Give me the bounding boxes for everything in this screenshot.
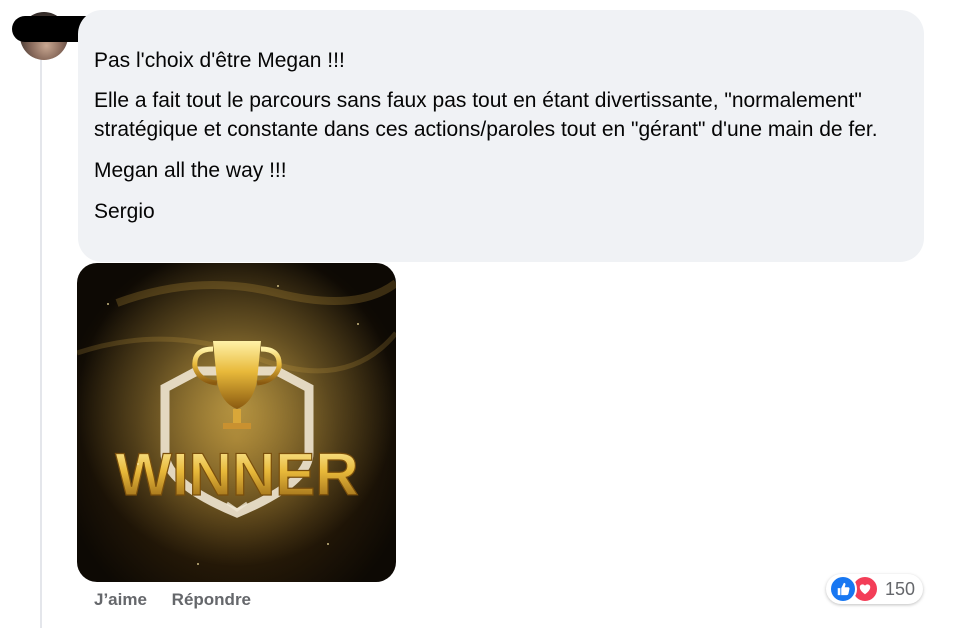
- winner-gif[interactable]: WINNER: [77, 263, 396, 582]
- sparkle: [107, 303, 109, 305]
- comment-line-3: Megan all the way !!!: [94, 159, 287, 182]
- comment-paragraph-2: Elle a fait tout le parcours sans faux p…: [94, 89, 878, 141]
- sparkle: [327, 543, 329, 545]
- comment-bubble: Pas l'choix d'être Megan !!! Elle a fait…: [78, 10, 924, 262]
- sparkle: [197, 563, 199, 565]
- comment-signature: Sergio: [94, 200, 155, 223]
- like-icon: [829, 575, 857, 603]
- reply-button[interactable]: Répondre: [172, 590, 251, 609]
- sparkle: [137, 463, 139, 465]
- sparkle: [357, 323, 359, 325]
- winner-gif-art: WINNER: [77, 263, 396, 582]
- sparkle: [277, 285, 279, 287]
- thread-line: [40, 58, 42, 628]
- reaction-count: 150: [885, 578, 916, 599]
- gif-winner-text: WINNER: [115, 441, 358, 508]
- like-button[interactable]: J’aime: [94, 590, 147, 609]
- reactions-summary[interactable]: 150: [826, 574, 924, 604]
- comment-actions: J’aime Répondre: [94, 590, 271, 610]
- comment-line-1: Pas l'choix d'être Megan !!!: [94, 49, 345, 72]
